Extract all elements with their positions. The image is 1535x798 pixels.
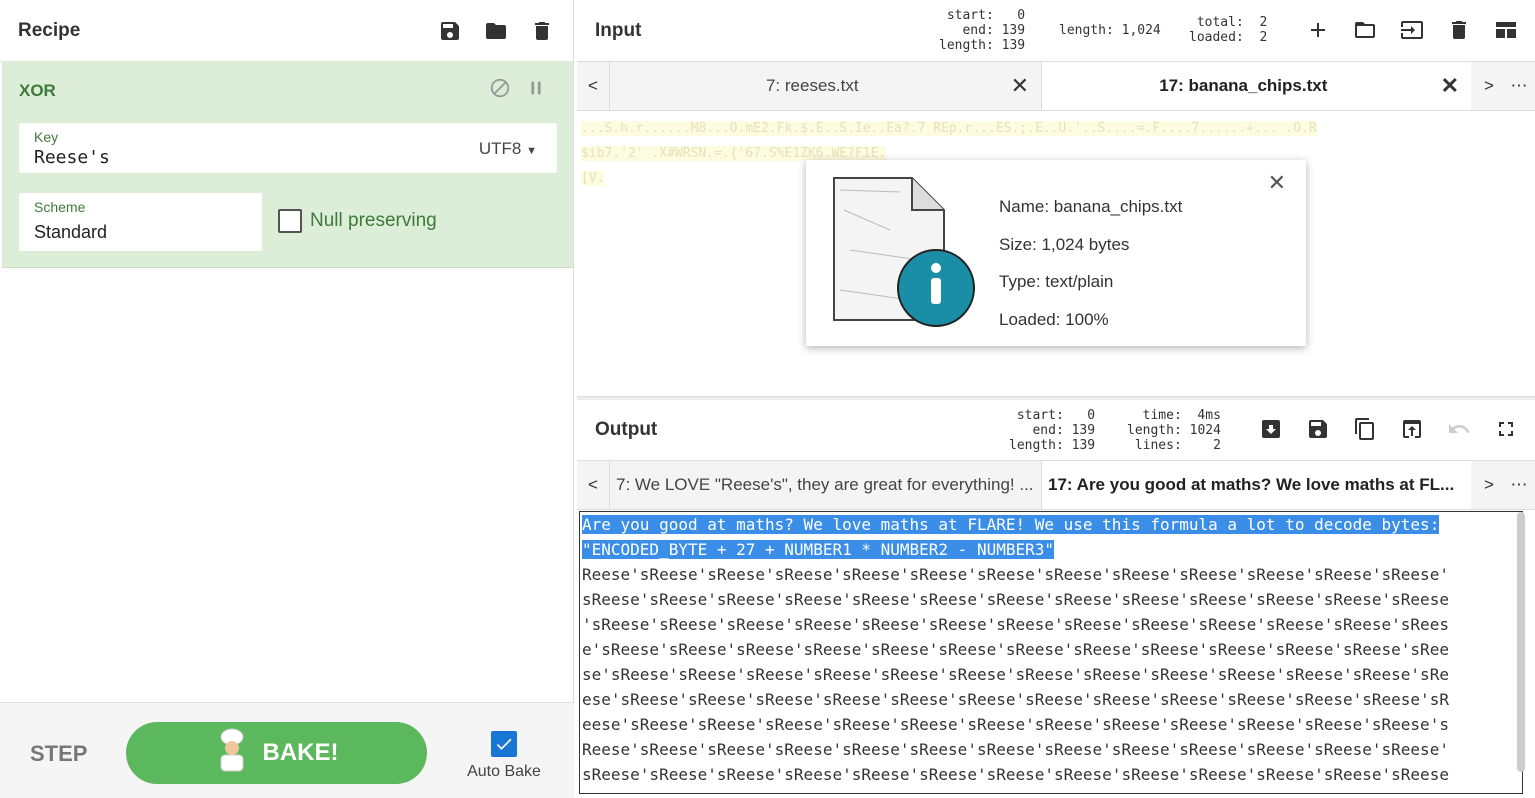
key-label: Key (34, 129, 59, 145)
file-info-size: Size: 1,024 bytes (999, 234, 1130, 254)
output-panel: Output start: 0 end: 139 length: 139 tim… (577, 400, 1535, 798)
copy-icon[interactable] (1352, 416, 1378, 442)
bake-label: BAKE! (262, 739, 339, 766)
more-icon[interactable]: ⋯ (1503, 62, 1535, 110)
bake-button[interactable]: BAKE! (126, 722, 427, 784)
tab-label: 7: reeses.txt (765, 76, 859, 95)
file-info-name: Name: banana_chips.txt (999, 197, 1183, 216)
recipe-panel: Recipe XOR Key Reese's UTF8 ▼ Scheme Sta… (0, 0, 574, 798)
output-line: 'sReese'sReese'sReese'sReese'sReese'sRee… (582, 615, 1449, 634)
output-line: e'sReese'sReese'sReese'sReese'sReese'sRe… (582, 640, 1449, 659)
input-tab-2[interactable]: 17: banana_chips.txt ✕ (1041, 62, 1471, 110)
file-info-loaded: Loaded: 100% (999, 309, 1109, 329)
file-info-list: Name: banana_chips.txt Size: 1,024 bytes… (999, 188, 1182, 338)
output-line: se'sReese'sReese'sReese'sReese'sReese'sR… (582, 665, 1449, 684)
save-to-file-icon[interactable] (1258, 416, 1284, 442)
output-tab-bar: < 7: We LOVE "Reese's", they are great f… (577, 460, 1535, 510)
output-selected-line: "ENCODED_BYTE + 27 + NUMBER1 * NUMBER2 -… (582, 540, 1055, 559)
trash-icon[interactable] (529, 18, 555, 44)
folder-icon[interactable] (1352, 17, 1378, 43)
operation-title: XOR (19, 81, 56, 100)
null-preserving-toggle[interactable]: Null preserving (278, 209, 437, 233)
scheme-select[interactable]: Standard (34, 222, 107, 243)
output-line: sReese'sReese'sReese'sReese'sReese'sRees… (582, 590, 1449, 609)
tab-label: 17: Are you good at maths? We love maths… (1048, 475, 1455, 494)
null-preserving-label: Null preserving (310, 210, 437, 231)
key-encoding-value: UTF8 (478, 139, 522, 158)
step-button[interactable]: STEP (30, 741, 87, 767)
file-info-popup: ✕ Name: banana_chips.txt Size: 1,024 byt… (806, 160, 1306, 346)
input-file-icon[interactable] (1399, 17, 1425, 43)
layout-icon[interactable] (1493, 17, 1519, 43)
output-line: Reese'sReese'sReese'sReese'sReese'sReese… (582, 740, 1449, 759)
output-line: sReese'sReese'sReese'sReese'sReese'sRees… (582, 765, 1449, 784)
input-tab-bar: < 7: reeses.txt ✕ 17: banana_chips.txt ✕… (577, 61, 1535, 111)
tab-label: 17: banana_chips.txt (1159, 76, 1328, 95)
more-icon[interactable]: ⋯ (1503, 461, 1535, 509)
output-text-area[interactable]: Are you good at maths? We love maths at … (579, 511, 1523, 794)
fullscreen-icon[interactable] (1493, 416, 1519, 442)
recipe-header: Recipe (0, 0, 573, 62)
replace-input-icon[interactable] (1399, 416, 1425, 442)
tab-prev-button[interactable]: < (577, 461, 609, 509)
output-selection-stats: start: 0 end: 139 length: 139 (1009, 408, 1096, 453)
tab-label: 7: We LOVE "Reese's", they are great for… (616, 475, 1034, 494)
input-line: [V. (581, 171, 605, 186)
tab-next-button[interactable]: > (1473, 461, 1505, 509)
null-preserving-checkbox[interactable] (278, 209, 302, 233)
output-tab-1[interactable]: 7: We LOVE "Reese's", they are great for… (609, 461, 1041, 509)
auto-bake-toggle[interactable]: Auto Bake (464, 731, 544, 781)
pause-icon[interactable] (525, 77, 547, 104)
file-info-icon (820, 170, 980, 335)
input-selection-stats: start: 0 end: 139 length: 139 (939, 8, 1026, 53)
input-total-stats: total: 2 loaded: 2 (1189, 15, 1268, 45)
trash-icon[interactable] (1446, 17, 1472, 43)
auto-bake-label: Auto Bake (467, 763, 541, 780)
folder-icon[interactable] (483, 18, 509, 44)
chef-icon (215, 728, 249, 779)
disable-icon[interactable] (489, 77, 511, 104)
plus-icon[interactable] (1305, 17, 1331, 43)
file-info-type: Type: text/plain (999, 272, 1114, 291)
output-scrollbar[interactable] (1517, 512, 1525, 772)
key-field[interactable]: Key Reese's UTF8 ▼ (19, 123, 557, 173)
save-icon[interactable] (1305, 416, 1331, 442)
output-line: ese'sReese'sReese'sReese'sReese'sReese's… (582, 690, 1449, 709)
scheme-field[interactable]: Scheme Standard (19, 193, 262, 251)
recipe-title: Recipe (18, 19, 81, 41)
input-line: $ib7.'2' .X#WRSN.=.{'67.S%E1ZK6.WE?F1E. (581, 146, 887, 161)
bake-bar: STEP BAKE! Auto Bake (0, 702, 574, 798)
output-line: eese'sReese'sReese'sReese'sReese'sReese'… (582, 715, 1449, 734)
tab-prev-button[interactable]: < (577, 62, 609, 110)
auto-bake-checkbox[interactable] (491, 731, 517, 757)
output-tab-2[interactable]: 17: Are you good at maths? We love maths… (1041, 461, 1471, 509)
tab-next-button[interactable]: > (1473, 62, 1505, 110)
scheme-label: Scheme (34, 199, 86, 215)
chevron-down-icon: ▼ (526, 145, 537, 157)
close-icon[interactable]: ✕ (1268, 170, 1286, 196)
xor-operation[interactable]: XOR Key Reese's UTF8 ▼ Scheme Standard N… (2, 61, 573, 268)
output-time-stats: time: 4ms length: 1024 lines: 2 (1127, 408, 1221, 453)
output-selected-line: Are you good at maths? We love maths at … (582, 515, 1440, 534)
undo-icon[interactable] (1446, 416, 1472, 442)
close-icon[interactable]: ✕ (1011, 73, 1029, 99)
key-encoding-dropdown[interactable]: UTF8 ▼ (479, 139, 537, 159)
output-line: Reese'sReese'sReese'sReese'sReese'sReese… (582, 565, 1449, 584)
key-input[interactable]: Reese's (34, 147, 110, 168)
input-tab-1[interactable]: 7: reeses.txt ✕ (609, 62, 1041, 110)
input-line: ...S.h.r......M8...O.mE2.Fk.$.E..S.Ie..E… (581, 121, 1317, 136)
close-icon[interactable]: ✕ (1441, 73, 1459, 99)
save-icon[interactable] (437, 18, 463, 44)
input-length-stat: length: 1,024 (1059, 23, 1161, 38)
